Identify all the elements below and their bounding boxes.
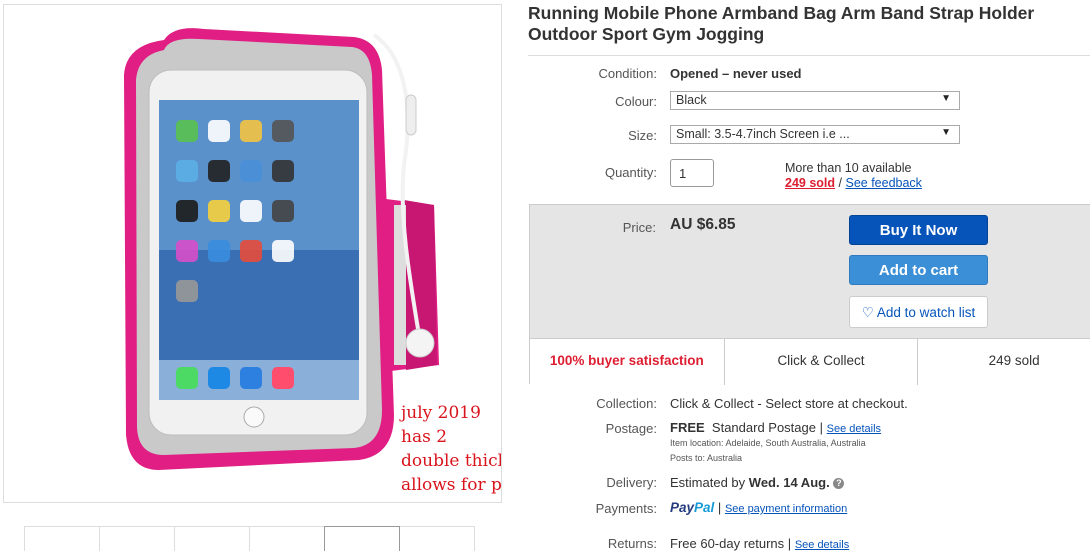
condition-label: Condition:	[598, 66, 657, 81]
availability-text: More than 10 available	[785, 161, 912, 175]
product-image-panel[interactable]: july 2019 has 2 double thickness allows …	[3, 4, 502, 503]
title-divider	[528, 55, 1090, 56]
armband-product-image	[124, 28, 439, 470]
paypal-logo: PayPal	[670, 500, 715, 515]
see-feedback-link[interactable]: See feedback	[845, 176, 921, 190]
thumbnail-1[interactable]	[24, 526, 100, 551]
delivery-prefix: Estimated by	[670, 475, 746, 490]
help-icon[interactable]: ?	[833, 478, 845, 489]
stats-row: 100% buyer satisfaction Click & Collect …	[530, 338, 1090, 385]
quantity-label: Quantity:	[604, 165, 657, 180]
postage-free: FREE	[670, 420, 705, 435]
collection-value: Click & Collect - Select store at checko…	[670, 396, 908, 411]
delivery-date: Wed. 14 Aug.	[748, 475, 830, 490]
colour-select-value: Black	[676, 93, 707, 107]
price-value: AU $6.85	[670, 216, 736, 233]
postage-method: Standard Postage	[711, 420, 816, 435]
click-collect-stat: Click & Collect	[725, 339, 919, 385]
product-page: july 2019 has 2 double thickness allows …	[0, 0, 1090, 551]
add-to-watch-list-button[interactable]: ♡ Add to watch list	[849, 296, 988, 328]
size-select[interactable]: Small: 3.5-4.7inch Screen i.e ... ▼	[670, 125, 960, 144]
thumbnail-5[interactable]	[324, 526, 400, 551]
buyer-satisfaction-stat: 100% buyer satisfaction	[530, 339, 725, 385]
dropdown-arrow-icon: ▼	[941, 93, 951, 104]
postage-separator: |	[819, 420, 823, 435]
returns-value: Free 60-day returns | See details	[670, 536, 849, 551]
returns-separator: |	[787, 536, 792, 551]
sold-count-link[interactable]: 249 sold	[785, 176, 835, 190]
posts-to: Posts to: Australia	[670, 453, 743, 463]
heart-icon: ♡	[861, 305, 874, 320]
delivery-value: Estimated by Wed. 14 Aug. ?	[670, 475, 845, 490]
sold-count-stat: 249 sold	[988, 353, 1040, 368]
payments-value: PayPal | See payment information	[670, 500, 847, 515]
delivery-label: Delivery:	[606, 475, 657, 490]
postage-see-details-link[interactable]: See details	[827, 423, 881, 435]
thumbnail-2[interactable]	[99, 526, 175, 551]
link-separator: /	[838, 176, 842, 190]
payments-separator: |	[717, 500, 722, 515]
size-label: Size:	[628, 128, 657, 143]
colour-select[interactable]: Black ▼	[670, 91, 960, 110]
payment-information-link[interactable]: See payment information	[725, 503, 847, 515]
collection-label: Collection:	[596, 396, 657, 411]
dropdown-arrow-icon: ▼	[941, 127, 951, 138]
thumbnail-strip	[24, 526, 475, 551]
thumbnail-6[interactable]	[399, 526, 475, 551]
payments-label: Payments:	[595, 501, 657, 516]
quantity-input[interactable]: 1	[670, 159, 714, 187]
price-box: Price: AU $6.85 Buy It Now Add to cart ♡…	[529, 204, 1090, 385]
thumbnail-4[interactable]	[249, 526, 325, 551]
image-caption: july 2019 has 2 double thickness allows …	[401, 403, 502, 495]
sold-feedback-line: 249 sold / See feedback	[785, 176, 922, 190]
postage-value: FREE Standard Postage | See details	[670, 420, 881, 435]
returns-label: Returns:	[607, 536, 657, 551]
condition-value: Opened – never used	[670, 66, 802, 81]
price-label: Price:	[622, 220, 656, 235]
buy-it-now-button[interactable]: Buy It Now	[849, 215, 988, 245]
watch-list-label: Add to watch list	[876, 305, 976, 320]
product-title: Running Mobile Phone Armband Bag Arm Ban…	[528, 3, 1035, 44]
thumbnail-3[interactable]	[174, 526, 250, 551]
returns-text: Free 60-day returns	[670, 536, 785, 551]
colour-label: Colour:	[615, 94, 657, 109]
item-location: Item location: Adelaide, South Australia…	[670, 438, 866, 448]
size-select-value: Small: 3.5-4.7inch Screen i.e ...	[676, 127, 850, 141]
add-to-cart-button[interactable]: Add to cart	[849, 255, 988, 285]
postage-label: Postage:	[605, 421, 657, 436]
returns-see-details-link[interactable]: See details	[795, 539, 849, 551]
